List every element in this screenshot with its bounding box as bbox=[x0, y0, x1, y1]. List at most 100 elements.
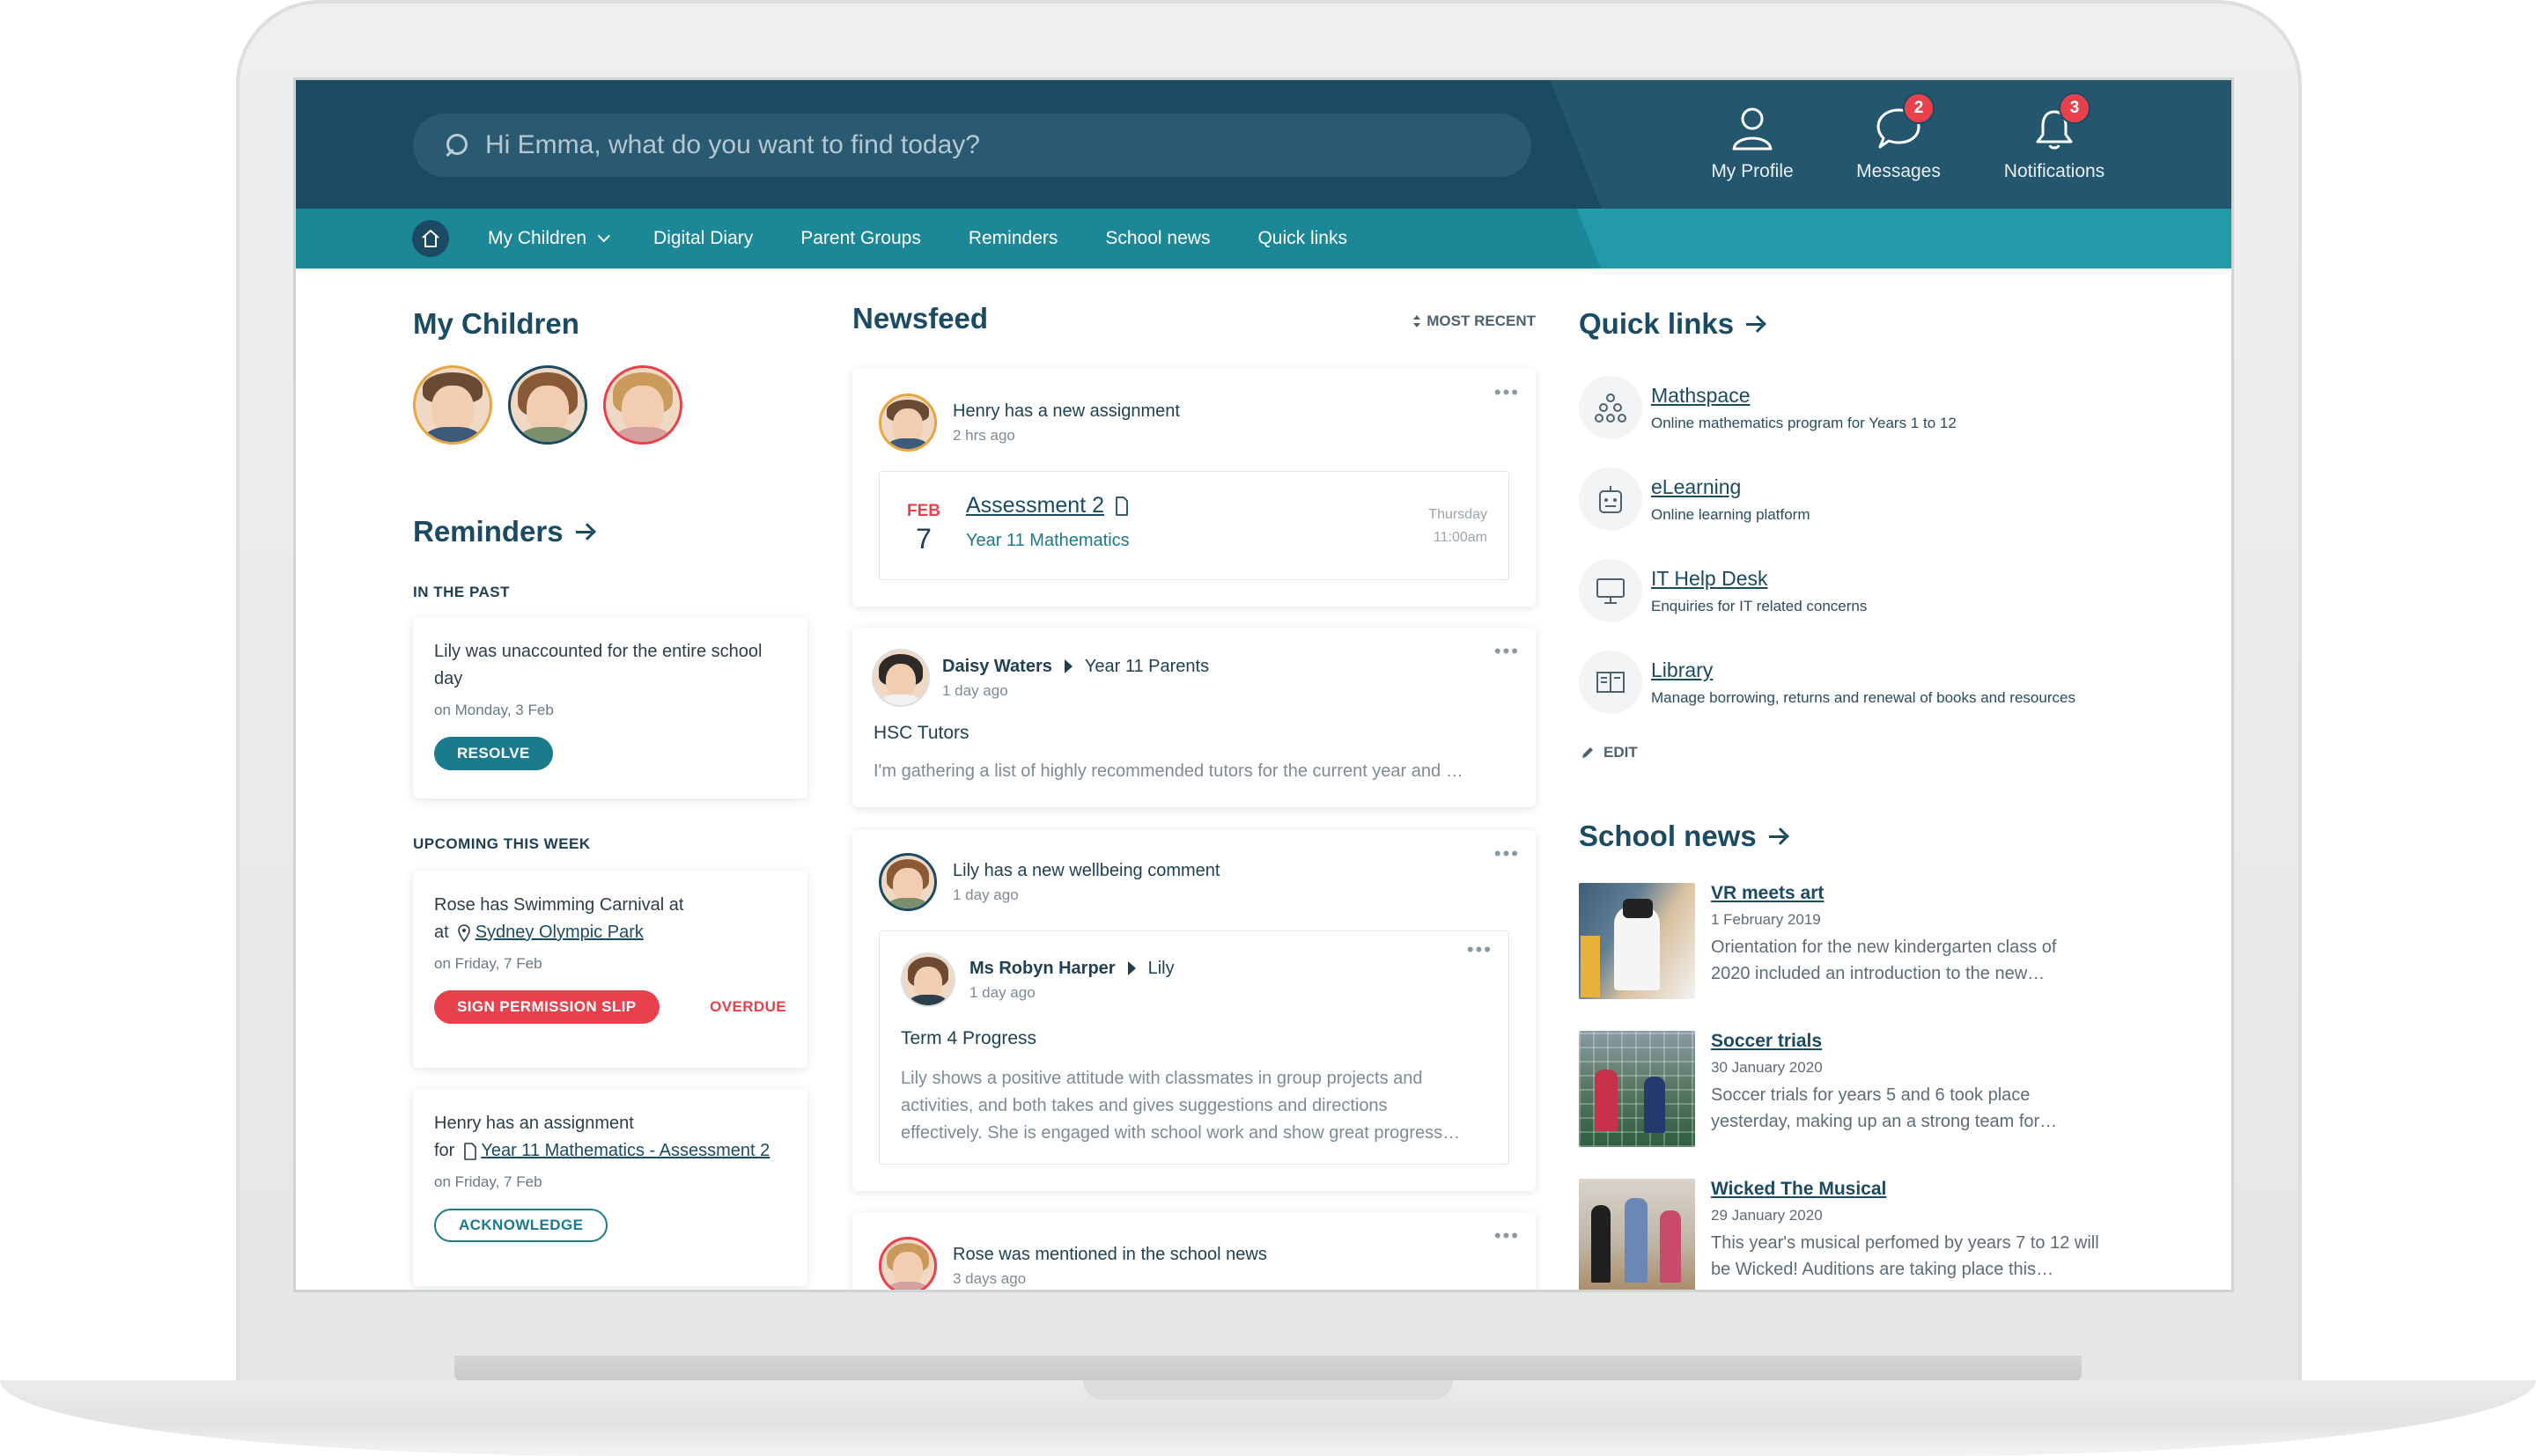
nav-quick-links[interactable]: Quick links bbox=[1257, 228, 1347, 249]
avatar bbox=[901, 952, 955, 1007]
reminders-title[interactable]: Reminders bbox=[413, 515, 595, 548]
reminder-date: on Friday, 7 Feb bbox=[434, 1173, 542, 1190]
search-input[interactable] bbox=[485, 130, 1454, 160]
my-profile-label: My Profile bbox=[1711, 161, 1794, 181]
news-date: 29 January 2020 bbox=[1711, 1207, 1823, 1224]
assignment-month: FEB bbox=[907, 502, 940, 520]
arrow-right-icon bbox=[575, 523, 595, 540]
nav-reminders[interactable]: Reminders bbox=[969, 228, 1058, 249]
my-children-title: My Children bbox=[413, 307, 579, 340]
laptop-notch bbox=[1083, 1380, 1453, 1400]
assignment-name[interactable]: Assessment 2 bbox=[966, 493, 1104, 518]
post-time: 1 day ago bbox=[953, 886, 1019, 903]
quick-link-library[interactable]: Library Manage borrowing, returns and re… bbox=[1579, 651, 2075, 714]
robot-icon bbox=[1579, 467, 1642, 531]
comment-subject: Term 4 Progress bbox=[901, 1028, 1037, 1048]
news-desc: This year's musical perfomed by years 7 … bbox=[1711, 1233, 2099, 1279]
quick-link-it-help-desk[interactable]: IT Help Desk Enquiries for IT related co… bbox=[1579, 559, 1867, 622]
edit-quick-links-button[interactable]: EDIT bbox=[1581, 744, 1638, 761]
post-subject: HSC Tutors bbox=[874, 723, 969, 743]
news-date: 1 February 2019 bbox=[1711, 911, 1821, 928]
post-group[interactable]: Year 11 Parents bbox=[1085, 657, 1209, 676]
main-nav: My Children Digital Diary Parent Groups … bbox=[296, 209, 2231, 268]
avatar bbox=[872, 649, 930, 707]
assignment-card[interactable]: FEB 7 Assessment 2 Year 11 Mathematics T… bbox=[879, 471, 1509, 580]
news-item[interactable]: Soccer trials 30 January 2020 Soccer tri… bbox=[1579, 1031, 2125, 1147]
news-title[interactable]: Soccer trials bbox=[1711, 1031, 2125, 1052]
messages-label: Messages bbox=[1856, 161, 1941, 181]
feed-post: ••• Rose was mentioned in the school new… bbox=[852, 1212, 1536, 1290]
reminder-date: on Monday, 3 Feb bbox=[434, 702, 554, 718]
comment-time: 1 day ago bbox=[969, 983, 1036, 1001]
quick-link-title[interactable]: IT Help Desk bbox=[1651, 567, 1867, 591]
news-desc: Orientation for the new kindergarten cla… bbox=[1711, 938, 2057, 983]
post-time: 2 hrs ago bbox=[953, 426, 1015, 444]
sign-permission-slip-button[interactable]: SIGN PERMISSION SLIP bbox=[434, 990, 660, 1024]
reminder-card: Rose has Swimming Carnival at at Sydney … bbox=[413, 871, 807, 1068]
search-bar[interactable] bbox=[413, 114, 1531, 177]
school-news-title[interactable]: School news bbox=[1579, 820, 1788, 853]
app-screen: My Profile 2 Messages 3 Notifications My… bbox=[293, 77, 2234, 1292]
home-button[interactable] bbox=[412, 220, 449, 257]
quick-link-title[interactable]: eLearning bbox=[1651, 475, 1810, 499]
resolve-button[interactable]: RESOLVE bbox=[434, 737, 553, 770]
assignment-weekday: Thursday bbox=[1428, 507, 1487, 522]
quick-link-mathspace[interactable]: Mathspace Online mathematics program for… bbox=[1579, 376, 1957, 439]
my-profile-button[interactable]: My Profile bbox=[1677, 105, 1827, 189]
comment-author[interactable]: Ms Robyn Harper bbox=[969, 959, 1116, 978]
messages-button[interactable]: 2 Messages bbox=[1824, 92, 1973, 189]
chat-bubble-icon: 2 bbox=[1875, 92, 1935, 152]
post-title: Lily has a new wellbeing comment bbox=[953, 860, 1220, 880]
post-author[interactable]: Daisy Waters bbox=[942, 657, 1052, 676]
assignment-time: 11:00am bbox=[1433, 530, 1487, 545]
quick-link-title[interactable]: Mathspace bbox=[1651, 384, 1957, 408]
overdue-status: OVERDUE bbox=[710, 998, 786, 1015]
caret-right-icon bbox=[1127, 961, 1136, 976]
notifications-button[interactable]: 3 Notifications bbox=[1979, 92, 2129, 189]
nav-parent-groups[interactable]: Parent Groups bbox=[800, 228, 921, 249]
sort-dropdown[interactable]: MOST RECENT bbox=[1412, 313, 1536, 330]
acknowledge-button[interactable]: ACKNOWLEDGE bbox=[434, 1209, 608, 1242]
reminder-text: Henry has an assignment bbox=[434, 1114, 634, 1133]
nav-school-news[interactable]: School news bbox=[1105, 228, 1210, 249]
quick-links-title[interactable]: Quick links bbox=[1579, 307, 1766, 341]
news-item[interactable]: Wicked The Musical 29 January 2020 This … bbox=[1579, 1179, 2125, 1290]
location-link[interactable]: Sydney Olympic Park bbox=[476, 919, 644, 946]
assignment-day: 7 bbox=[916, 523, 932, 555]
upcoming-label: UPCOMING THIS WEEK bbox=[413, 835, 591, 852]
reminder-card: Henry has an assignment for Year 11 Math… bbox=[413, 1089, 807, 1286]
abacus-icon bbox=[1579, 376, 1642, 439]
more-options-icon[interactable]: ••• bbox=[1494, 1224, 1520, 1247]
notifications-label: Notifications bbox=[2003, 161, 2105, 181]
feed-post: ••• Henry has a new assignment 2 hrs ago… bbox=[852, 369, 1536, 607]
quick-link-elearning[interactable]: eLearning Online learning platform bbox=[1579, 467, 1810, 531]
monitor-icon bbox=[1579, 559, 1642, 622]
news-date: 30 January 2020 bbox=[1711, 1059, 1823, 1076]
child-avatar-rose[interactable] bbox=[603, 365, 682, 445]
nav-my-children[interactable]: My Children bbox=[488, 228, 610, 249]
more-options-icon[interactable]: ••• bbox=[1494, 640, 1520, 663]
quick-link-desc: Online learning platform bbox=[1651, 505, 1810, 523]
child-avatar-lily[interactable] bbox=[508, 365, 587, 445]
child-avatar-henry[interactable] bbox=[413, 365, 492, 445]
post-time: 1 day ago bbox=[942, 681, 1008, 699]
quick-link-title[interactable]: Library bbox=[1651, 658, 2075, 682]
reminder-card: Lily was unaccounted for the entire scho… bbox=[413, 617, 807, 798]
post-title: Henry has a new assignment bbox=[953, 401, 1180, 421]
comment-student[interactable]: Lily bbox=[1148, 959, 1175, 978]
news-title[interactable]: Wicked The Musical bbox=[1711, 1179, 2125, 1200]
feed-post: ••• Lily has a new wellbeing comment 1 d… bbox=[852, 830, 1536, 1191]
assignment-link[interactable]: Year 11 Mathematics - Assessment 2 bbox=[481, 1137, 770, 1165]
comment-body: Lily shows a positive attitude with clas… bbox=[901, 1069, 1461, 1143]
news-title[interactable]: VR meets art bbox=[1711, 883, 2125, 904]
more-options-icon[interactable]: ••• bbox=[1494, 842, 1520, 865]
news-item[interactable]: VR meets art 1 February 2019 Orientation… bbox=[1579, 883, 2125, 999]
news-image-soccer bbox=[1579, 1031, 1695, 1147]
chevron-down-icon bbox=[597, 230, 610, 243]
quick-link-desc: Manage borrowing, returns and renewal of… bbox=[1651, 688, 2075, 706]
nav-digital-diary[interactable]: Digital Diary bbox=[653, 228, 753, 249]
news-image-vr bbox=[1579, 883, 1695, 999]
more-options-icon[interactable]: ••• bbox=[1467, 938, 1493, 961]
feed-post: ••• Daisy Waters Year 11 Parents 1 day ag… bbox=[852, 628, 1536, 807]
more-options-icon[interactable]: ••• bbox=[1494, 381, 1520, 404]
